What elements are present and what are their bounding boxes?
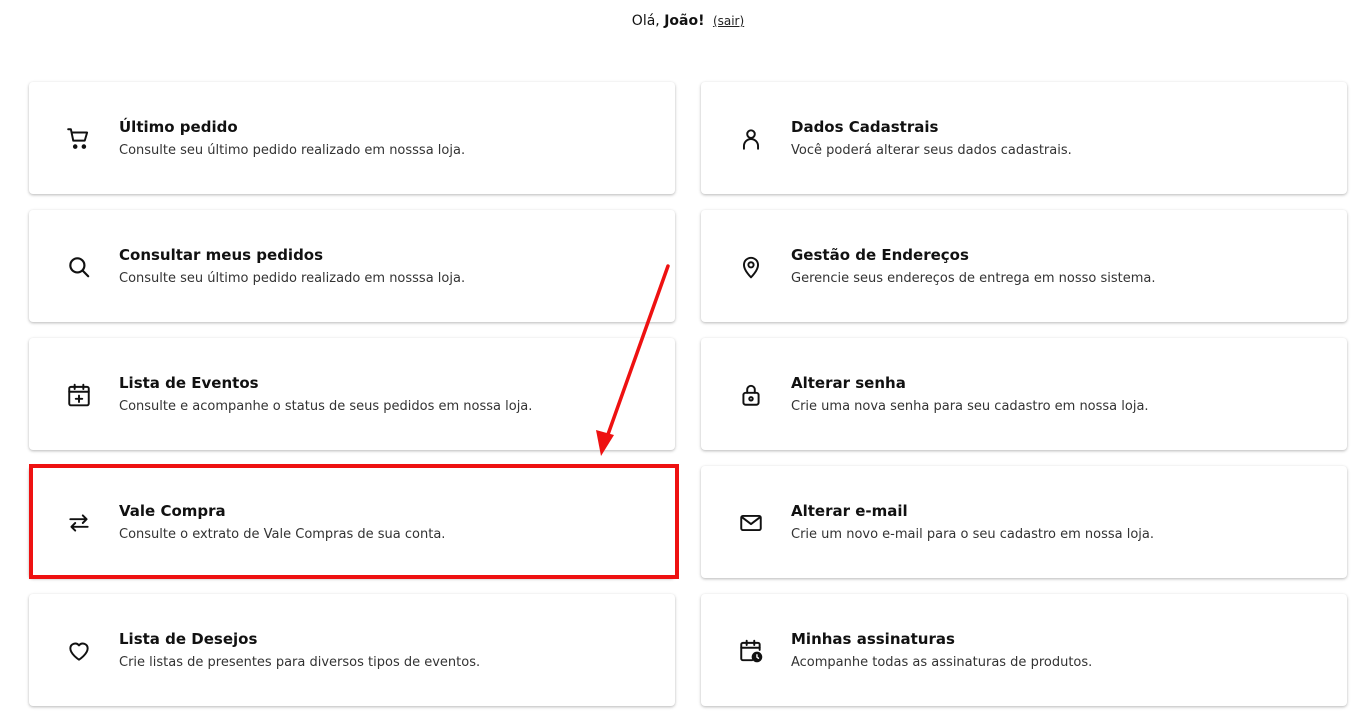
greeting-bar: Olá, João! (sair) [0,13,1361,29]
card-title: Vale Compra [119,502,226,520]
envelope-icon [738,510,764,536]
calendar-plus-icon [66,382,92,408]
card-title: Consultar meus pedidos [119,246,324,264]
card-description: Consulte o extrato de Vale Compras de su… [119,527,446,542]
card-dados-cadastrais[interactable]: Dados Cadastrais Você poderá alterar seu… [701,82,1347,194]
card-gestao-enderecos[interactable]: Gestão de Endereços Gerencie seus endere… [701,210,1347,322]
card-consultar-pedidos[interactable]: Consultar meus pedidos Consulte seu últi… [29,210,675,322]
card-title: Gestão de Endereços [791,246,969,264]
card-title: Alterar senha [791,374,906,392]
user-name: João! [664,13,705,29]
heart-icon [66,638,92,664]
logout-link[interactable]: (sair) [713,14,744,28]
card-vale-compra[interactable]: Vale Compra Consulte o extrato de Vale C… [29,466,675,578]
greeting-prefix: Olá, [631,13,660,29]
card-description: Consulte seu último pedido realizado em … [119,271,466,286]
card-ultimo-pedido[interactable]: Último pedido Consulte seu último pedido… [29,82,675,194]
card-description: Crie uma nova senha para seu cadastro em… [791,399,1149,414]
location-pin-icon [738,254,764,280]
card-description: Consulte seu último pedido realizado em … [119,143,466,158]
card-title: Minhas assinaturas [791,630,955,648]
cart-icon [66,126,92,152]
card-minhas-assinaturas[interactable]: Minhas assinaturas Acompanhe todas as as… [701,594,1347,706]
card-description: Consulte e acompanhe o status de seus pe… [119,399,533,414]
card-alterar-email[interactable]: Alterar e-mail Crie um novo e-mail para … [701,466,1347,578]
card-title: Lista de Eventos [119,374,259,392]
card-description: Você poderá alterar seus dados cadastrai… [791,143,1072,158]
calendar-clock-icon [738,638,764,664]
search-icon [66,254,92,280]
card-title: Último pedido [119,118,238,136]
card-title: Dados Cadastrais [791,118,939,136]
lock-icon [738,382,764,408]
exchange-arrows-icon [66,510,92,536]
card-description: Crie um novo e-mail para o seu cadastro … [791,527,1154,542]
card-alterar-senha[interactable]: Alterar senha Crie uma nova senha para s… [701,338,1347,450]
card-lista-eventos[interactable]: Lista de Eventos Consulte e acompanhe o … [29,338,675,450]
card-title: Alterar e-mail [791,502,908,520]
card-lista-desejos[interactable]: Lista de Desejos Crie listas de presente… [29,594,675,706]
card-title: Lista de Desejos [119,630,258,648]
card-description: Crie listas de presentes para diversos t… [119,655,481,670]
card-description: Acompanhe todas as assinaturas de produt… [791,655,1093,670]
user-icon [738,126,764,152]
card-description: Gerencie seus endereços de entrega em no… [791,271,1156,286]
